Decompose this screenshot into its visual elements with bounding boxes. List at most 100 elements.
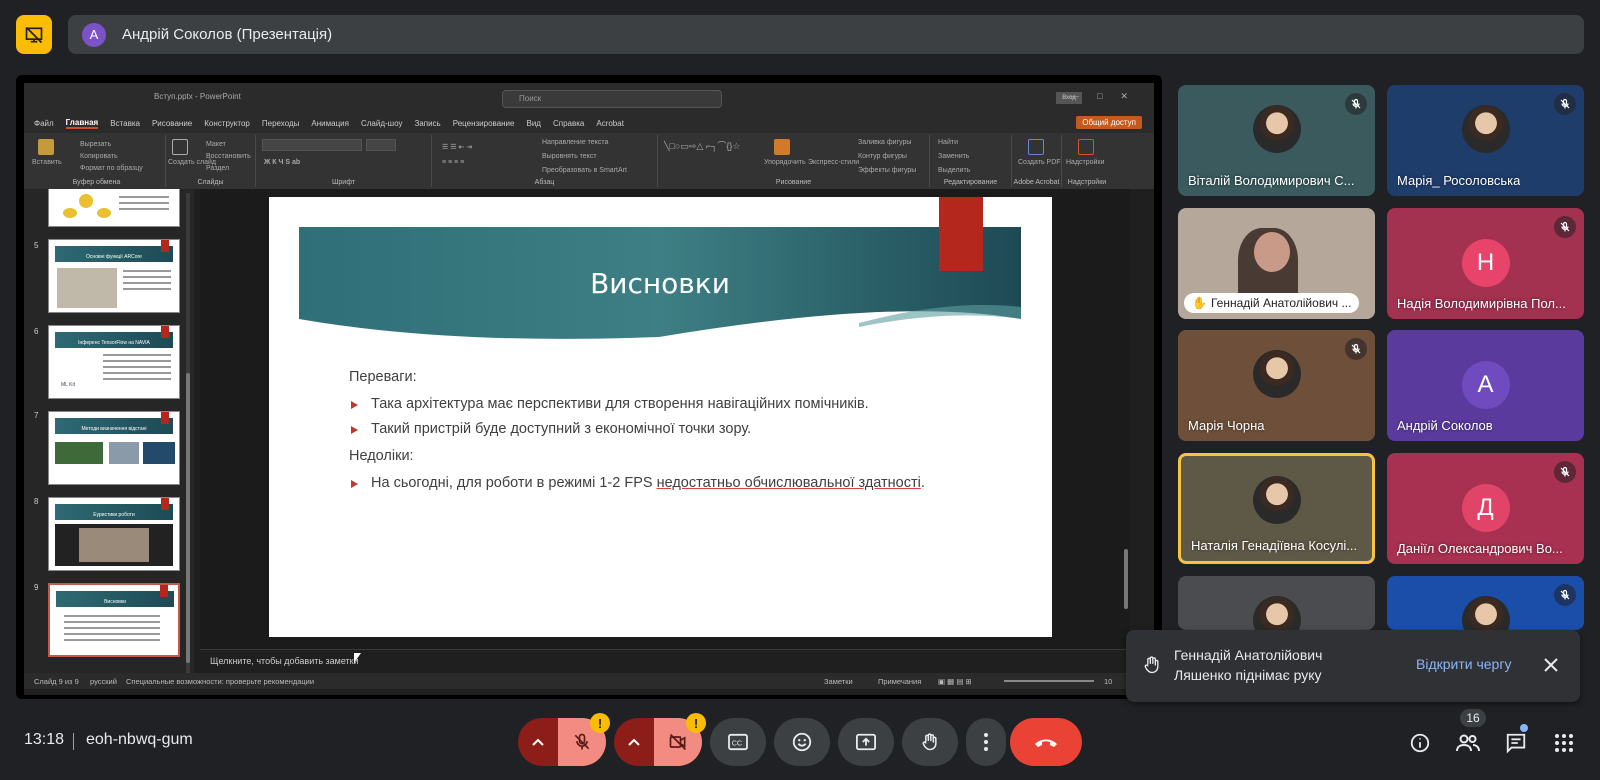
create-pdf-button[interactable]: Создать PDF: [1018, 159, 1061, 166]
participant-tile[interactable]: Марія Чорна: [1178, 330, 1375, 441]
align-icons[interactable]: ≡ ≡ ≡ ≡: [442, 159, 464, 166]
ribbon-tab[interactable]: Рецензирование: [453, 119, 515, 128]
pdf-icon[interactable]: [1028, 139, 1044, 155]
shape-effects-button[interactable]: Эффекты фигуры: [858, 167, 916, 174]
zoom-level[interactable]: 10: [1104, 677, 1112, 686]
font-style-buttons[interactable]: Ж К Ч S ab: [264, 159, 300, 166]
zoom-slider[interactable]: [1004, 680, 1094, 682]
view-buttons[interactable]: ▣ ▦ ▤ ⊞: [938, 677, 972, 686]
copy-button[interactable]: Копировать: [80, 153, 118, 160]
close-icon[interactable]: [1538, 652, 1564, 678]
canvas-scrollbar[interactable]: [1124, 549, 1128, 609]
cons-text: На сьогодні, для роботи в режимі 1-2 FPS: [371, 475, 657, 491]
ribbon-tab[interactable]: Переходы: [262, 119, 300, 128]
slide-thumbnail[interactable]: [48, 189, 180, 227]
list-icons[interactable]: ☰ ☰ ⇤ ⇥: [442, 143, 472, 151]
paste-button[interactable]: Вставить: [32, 159, 62, 166]
svg-text:CC: CC: [732, 739, 742, 748]
font-name-box[interactable]: [262, 139, 362, 151]
slide-thumbnail-selected[interactable]: Висновки: [48, 583, 180, 657]
activities-grid-icon[interactable]: [1552, 731, 1576, 755]
arrange-button[interactable]: Упорядочить: [764, 159, 806, 166]
present-button[interactable]: [838, 718, 894, 766]
ppt-search[interactable]: Поиск: [502, 90, 722, 108]
people-icon[interactable]: [1456, 731, 1480, 755]
raise-hand-button[interactable]: [902, 718, 958, 766]
arrange-icon[interactable]: [774, 139, 790, 155]
ribbon-tab[interactable]: Анимация: [311, 119, 349, 128]
shape-outline-button[interactable]: Контур фигуры: [858, 153, 907, 160]
language-indicator[interactable]: русский: [90, 677, 117, 686]
ribbon-tab[interactable]: Вид: [526, 119, 540, 128]
participant-tile[interactable]: [1178, 576, 1375, 630]
reactions-button[interactable]: [774, 718, 830, 766]
align-text-button[interactable]: Выровнять текст: [542, 153, 597, 160]
notes-pane[interactable]: Щелкните, чтобы добавить заметки: [200, 649, 1130, 673]
participant-tile[interactable]: А Андрій Соколов: [1387, 330, 1584, 441]
addins-button[interactable]: Надстройки: [1066, 159, 1104, 166]
notes-toggle[interactable]: Заметки: [824, 677, 853, 686]
current-slide: Висновки Переваги: Така архітектура має …: [269, 197, 1052, 637]
mic-off-icon: [1554, 216, 1576, 238]
notification-line: Ляшенко піднімає руку: [1174, 667, 1322, 683]
participant-tile[interactable]: Наталія Генадіївна Косулі...: [1178, 453, 1375, 564]
participant-tile[interactable]: Д Даніїл Олександрович Во...: [1387, 453, 1584, 564]
section-button[interactable]: Раздел: [206, 165, 229, 172]
slide-thumbnail[interactable]: Основні функції ARCore: [48, 239, 180, 313]
reset-button[interactable]: Восстановить: [206, 153, 251, 160]
select-button[interactable]: Выделить: [938, 167, 970, 174]
paste-icon[interactable]: [38, 139, 54, 155]
share-button[interactable]: Общий доступ: [1076, 116, 1142, 129]
ribbon-tab[interactable]: Файл: [34, 119, 54, 128]
smartart-button[interactable]: Преобразовать в SmartArt: [542, 167, 627, 174]
shared-screen: Вступ.pptx - PowerPoint Поиск Вход —□✕ Ф…: [16, 75, 1162, 699]
layout-button[interactable]: Макет: [206, 141, 226, 148]
addins-icon[interactable]: [1078, 139, 1094, 155]
ribbon-tab[interactable]: Запись: [414, 119, 440, 128]
replace-button[interactable]: Заменить: [938, 153, 969, 160]
thumbnails-scrollbar[interactable]: [186, 193, 190, 673]
shape-fill-button[interactable]: Заливка фигуры: [858, 139, 911, 146]
comments-toggle[interactable]: Примечания: [878, 677, 921, 686]
presentation-indicator-icon[interactable]: [16, 15, 52, 54]
chevron-up-icon[interactable]: [518, 718, 558, 766]
slide-thumbnail[interactable]: Інференс TensorFlow на NAVIA ML Kit: [48, 325, 180, 399]
participant-tile[interactable]: ✋ Геннадій Анатолійович ...: [1178, 208, 1375, 319]
slide-thumbnail[interactable]: Методи визначення відстані: [48, 411, 180, 485]
ribbon-tab[interactable]: Acrobat: [596, 119, 624, 128]
accessibility-status[interactable]: Специальные возможности: проверьте реком…: [126, 677, 314, 686]
chat-icon[interactable]: [1504, 731, 1528, 755]
participant-tile[interactable]: Н Надія Володимирівна Пол...: [1387, 208, 1584, 319]
ribbon-tab[interactable]: Справка: [553, 119, 584, 128]
font-size-box[interactable]: [366, 139, 396, 151]
more-options-button[interactable]: [966, 718, 1006, 766]
participant-tile[interactable]: Марія_ Росоловська: [1387, 85, 1584, 196]
text-direction-button[interactable]: Направление текста: [542, 139, 608, 146]
window-controls[interactable]: —□✕: [1070, 91, 1146, 102]
ribbon-tab[interactable]: Главная: [65, 118, 99, 129]
participant-tile[interactable]: [1387, 576, 1584, 630]
open-queue-button[interactable]: Відкрити чергу: [1416, 656, 1511, 672]
chevron-up-icon[interactable]: [614, 718, 654, 766]
info-icon[interactable]: [1408, 731, 1432, 755]
ribbon-tab[interactable]: Конструктор: [204, 119, 250, 128]
quick-styles-button[interactable]: Экспресс-стили: [808, 159, 859, 166]
participant-name: Наталія Генадіївна Косулі...: [1191, 538, 1358, 553]
cut-button[interactable]: Вырезать: [80, 141, 111, 148]
format-painter-button[interactable]: Формат по образцу: [80, 165, 143, 172]
shapes-gallery[interactable]: ╲□○▭⇨△ ⌐┐⌒{}☆: [664, 139, 740, 152]
end-call-button[interactable]: [1010, 718, 1082, 766]
participant-name: Андрій Соколов: [1397, 418, 1493, 433]
ribbon-tab[interactable]: Вставка: [110, 119, 140, 128]
ribbon-tab[interactable]: Рисование: [152, 119, 192, 128]
find-button[interactable]: Найти: [938, 139, 958, 146]
mic-warning-icon: !: [590, 713, 610, 733]
slide-thumbnail[interactable]: Еуристики роботи: [48, 497, 180, 571]
ppt-ribbon-tabs: Файл Главная Вставка Рисование Конструктор Пе…: [24, 113, 1154, 133]
participant-tile[interactable]: Віталій Володимирович С...: [1178, 85, 1375, 196]
new-slide-icon[interactable]: [172, 139, 188, 155]
slide-thumbnails-pane[interactable]: 5 Основні функції ARCore 6 Інференс Tens…: [24, 189, 194, 673]
ribbon-tab[interactable]: Слайд-шоу: [361, 119, 402, 128]
ribbon-group-slides: Создать слайд Макет Восстановить Раздел …: [166, 135, 256, 187]
captions-button[interactable]: CC: [710, 718, 766, 766]
